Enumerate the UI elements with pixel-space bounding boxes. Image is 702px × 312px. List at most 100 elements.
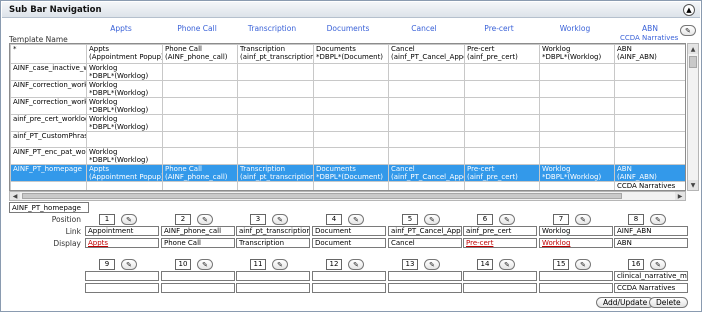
display-field[interactable] <box>85 283 159 293</box>
edit-pencil-icon[interactable]: ✎ <box>348 214 364 225</box>
position-number[interactable]: 9 <box>99 259 115 270</box>
link-field[interactable] <box>161 271 235 281</box>
edit-pencil-icon[interactable]: ✎ <box>424 259 440 270</box>
top-link-pre-cert[interactable]: Pre-cert <box>463 24 535 33</box>
link-field[interactable]: ainf_pt_transcription <box>236 226 310 236</box>
link-field[interactable]: ainf_PT_Cancel_Appoint <box>388 226 462 236</box>
position-number[interactable]: 5 <box>402 214 418 225</box>
link-field[interactable] <box>236 271 310 281</box>
top-link-documents[interactable]: Documents <box>312 24 384 33</box>
edit-pencil-icon[interactable]: ✎ <box>575 259 591 270</box>
display-field[interactable]: ABN <box>614 238 688 248</box>
edit-pencil-icon[interactable]: ✎ <box>680 25 696 36</box>
edit-pencil-icon[interactable]: ✎ <box>650 214 666 225</box>
grid-cell: Cancel (ainf_PT_Cancel_Appoint <box>388 164 465 182</box>
hscroll-thumb[interactable] <box>22 193 622 199</box>
link-field[interactable]: Worklog <box>539 226 613 236</box>
edit-pencil-icon[interactable]: ✎ <box>197 214 213 225</box>
table-row[interactable]: AINF_correction_worklogWorklog *DBPL*(Wo… <box>10 80 685 98</box>
position-number[interactable]: 11 <box>250 259 266 270</box>
table-row[interactable]: AINF_PT_enc_pat_workloWorklog *DBPL*(Wor… <box>10 147 685 165</box>
position-number[interactable]: 14 <box>477 259 493 270</box>
link-field[interactable]: Document <box>312 226 386 236</box>
display-field[interactable]: Document <box>312 238 386 248</box>
top-link-worklog[interactable]: Worklog <box>539 24 611 33</box>
edit-pencil-icon[interactable]: ✎ <box>499 259 515 270</box>
table-row[interactable]: AINF_case_inactive_workWorklog *DBPL*(Wo… <box>10 63 685 81</box>
edit-pencil-icon[interactable]: ✎ <box>272 214 288 225</box>
position-number[interactable]: 7 <box>553 214 569 225</box>
top-link-cancel[interactable]: Cancel <box>388 24 460 33</box>
top-link-ccda[interactable]: CCDA Narratives <box>620 34 678 42</box>
link-field[interactable]: ainf_pre_cert <box>463 226 537 236</box>
grid-horizontal-scrollbar[interactable]: ◀ ▶ <box>9 191 686 201</box>
display-field[interactable]: Worklog <box>539 238 613 248</box>
scroll-down-icon[interactable]: ▼ <box>688 180 698 190</box>
grid-cell: Worklog *DBPL*(Worklog) <box>86 114 163 132</box>
display-field[interactable] <box>236 283 310 293</box>
link-field[interactable]: Appointment <box>85 226 159 236</box>
position-number[interactable]: 1 <box>99 214 115 225</box>
table-row[interactable]: CCDA Narratives (clinical_narrative_mr) <box>10 181 685 190</box>
link-field[interactable]: AINF_phone_call <box>161 226 235 236</box>
display-field[interactable]: Appts <box>85 238 159 248</box>
scroll-left-icon[interactable]: ◀ <box>10 192 20 200</box>
link-field[interactable] <box>388 271 462 281</box>
grid-header-row[interactable]: * Appts (Appointment Popup) Phone Call (AI… <box>10 44 685 64</box>
edit-pencil-icon[interactable]: ✎ <box>197 259 213 270</box>
grid-cell <box>539 181 615 190</box>
top-link-phone-call[interactable]: Phone Call <box>161 24 233 33</box>
table-row[interactable]: AINF_correction_worklo(Worklog *DBPL*(Wo… <box>10 97 685 115</box>
position-number[interactable]: 6 <box>477 214 493 225</box>
edit-pencil-icon[interactable]: ✎ <box>650 259 666 270</box>
edit-pencil-icon[interactable]: ✎ <box>424 214 440 225</box>
display-field[interactable] <box>388 283 462 293</box>
position-number[interactable]: 8 <box>628 214 644 225</box>
top-link-appts[interactable]: Appts <box>85 24 157 33</box>
edit-pencil-icon[interactable]: ✎ <box>348 259 364 270</box>
selected-template-field[interactable]: AINF_PT_homepage <box>9 202 89 213</box>
top-link-transcription[interactable]: Transcription <box>236 24 308 33</box>
link-field[interactable] <box>539 271 613 281</box>
link-field[interactable] <box>463 271 537 281</box>
display-field[interactable]: Pre-cert <box>463 238 537 248</box>
grid-cell: Pre-cert (ainf_pre_cert) <box>464 164 540 182</box>
table-row[interactable]: ainf_PT_CustomPhrase <box>10 131 685 148</box>
position-number[interactable]: 3 <box>250 214 266 225</box>
top-link-abn[interactable]: ABN <box>614 24 686 33</box>
scroll-up-icon[interactable]: ▲ <box>688 44 698 54</box>
display-field[interactable]: Phone Call <box>161 238 235 248</box>
collapse-icon[interactable]: ▲ <box>683 4 695 16</box>
position-number[interactable]: 2 <box>175 214 191 225</box>
link-field[interactable]: clinical_narrative_mr <box>614 271 688 281</box>
display-field[interactable] <box>161 283 235 293</box>
position-number[interactable]: 15 <box>553 259 569 270</box>
edit-pencil-icon[interactable]: ✎ <box>575 214 591 225</box>
position-number[interactable]: 12 <box>326 259 342 270</box>
delete-button[interactable]: Delete <box>649 297 688 308</box>
display-field[interactable] <box>463 283 537 293</box>
edit-pencil-icon[interactable]: ✎ <box>121 259 137 270</box>
position-number[interactable]: 13 <box>402 259 418 270</box>
display-field[interactable]: CCDA Narratives <box>614 283 688 293</box>
link-field[interactable]: AINF_ABN <box>614 226 688 236</box>
scroll-thumb[interactable] <box>689 56 697 68</box>
grid-vertical-scrollbar[interactable]: ▲ ▼ <box>687 43 699 191</box>
display-field[interactable]: Cancel <box>388 238 462 248</box>
position-number[interactable]: 10 <box>175 259 191 270</box>
position-number[interactable]: 4 <box>326 214 342 225</box>
link-field[interactable] <box>312 271 386 281</box>
display-field[interactable]: Transcription <box>236 238 310 248</box>
display-field[interactable] <box>312 283 386 293</box>
scroll-right-icon[interactable]: ▶ <box>675 192 685 200</box>
edit-pencil-icon[interactable]: ✎ <box>272 259 288 270</box>
grid-cell: AINF_correction_worklog <box>10 80 87 98</box>
table-row[interactable]: ainf_pre_cert_worklog Worklog *DBPL*(Work… <box>10 114 685 132</box>
add-update-button[interactable]: Add/Update <box>596 297 655 308</box>
link-field[interactable] <box>85 271 159 281</box>
position-number[interactable]: 16 <box>628 259 644 270</box>
table-row[interactable]: AINF_PT_homepage Appts (Appointment Popup… <box>10 164 685 182</box>
edit-pencil-icon[interactable]: ✎ <box>121 214 137 225</box>
edit-pencil-icon[interactable]: ✎ <box>499 214 515 225</box>
display-field[interactable] <box>539 283 613 293</box>
